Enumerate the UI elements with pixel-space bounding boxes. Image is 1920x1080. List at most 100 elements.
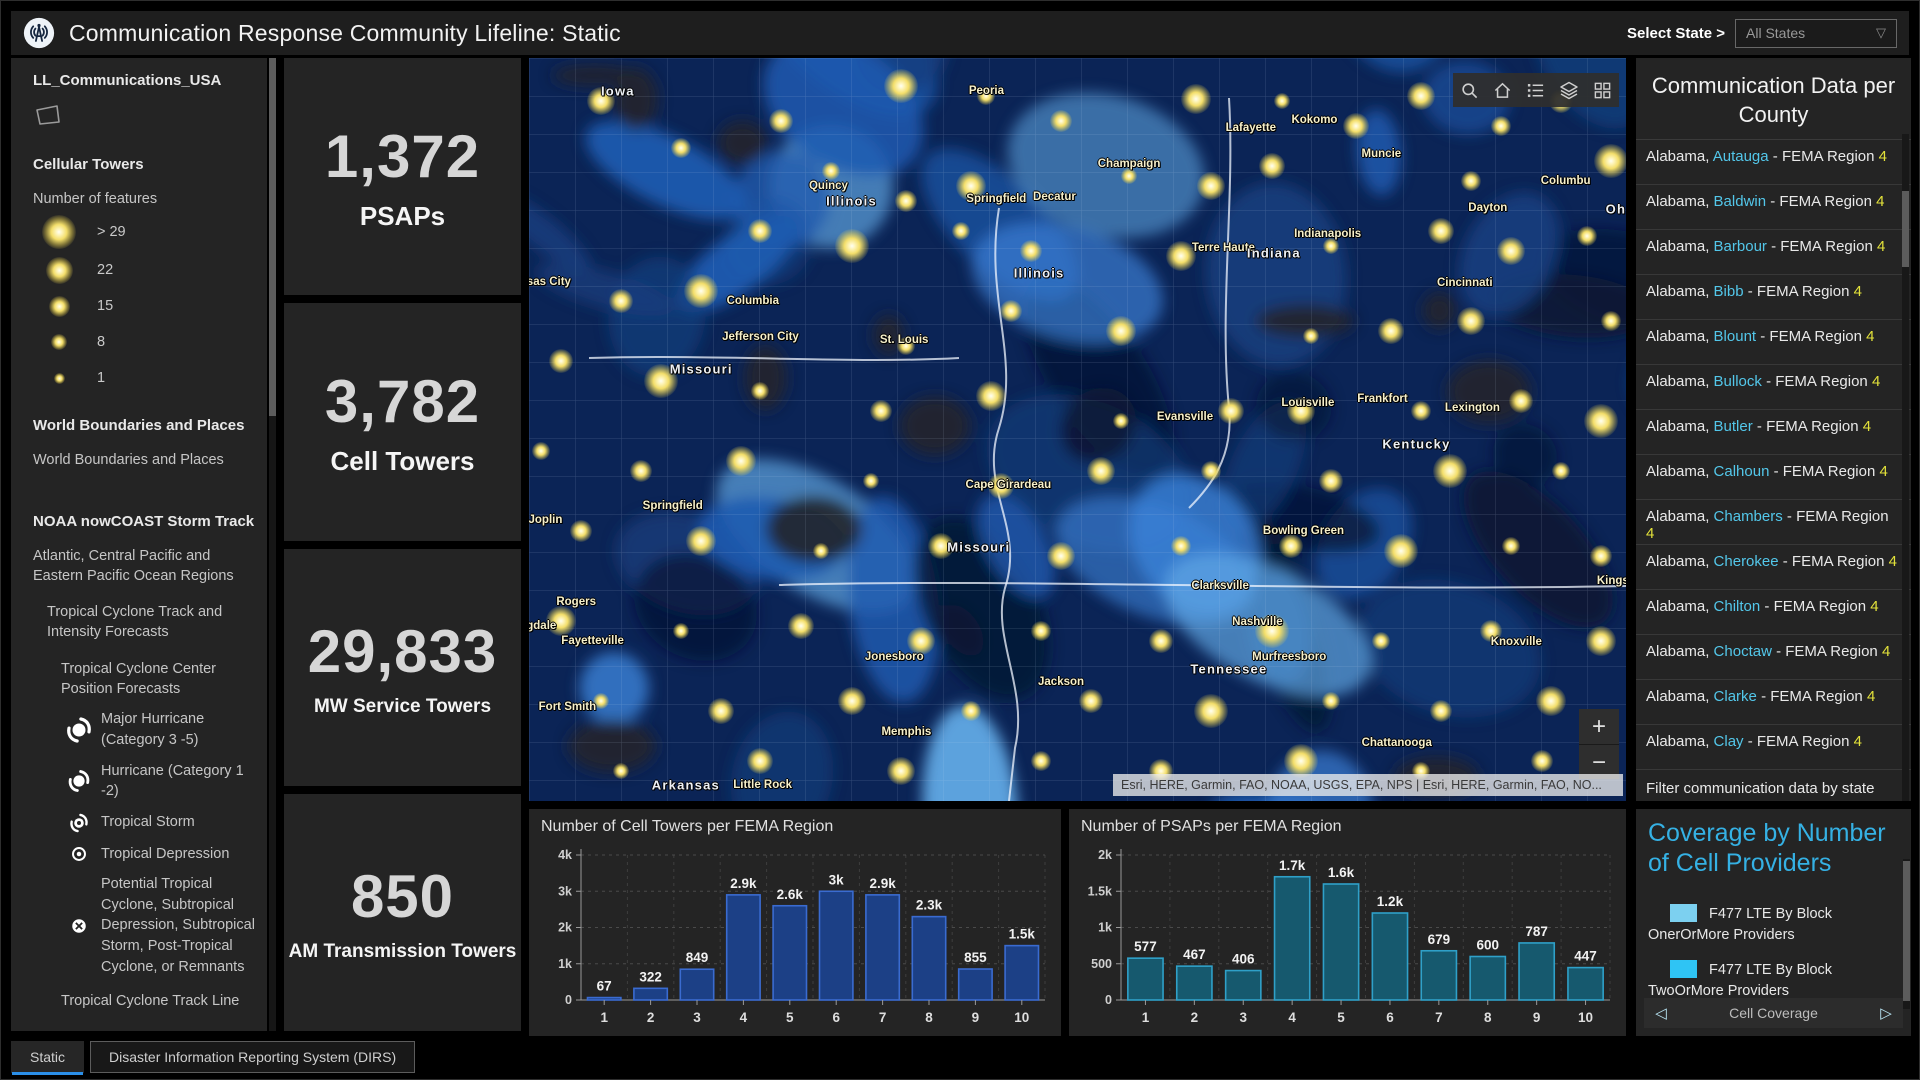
cell-tower-cluster[interactable] <box>1457 307 1485 335</box>
cell-tower-cluster[interactable] <box>835 229 869 263</box>
cell-tower-cluster[interactable] <box>1171 536 1191 556</box>
cell-tower-cluster[interactable] <box>1113 413 1129 429</box>
county-row[interactable]: Alabama, Calhoun - FEMA Region 4 <box>1636 455 1911 500</box>
map[interactable]: IowaPeoriaLafayetteKokomoMuncieChampaign… <box>529 58 1626 801</box>
bar[interactable] <box>1519 943 1554 1000</box>
cell-tower-cluster[interactable] <box>726 446 756 476</box>
scrollbar-thumb[interactable] <box>1903 861 1910 1001</box>
pager-prev-icon[interactable]: ◁ <box>1644 1004 1678 1022</box>
cell-tower-cluster[interactable] <box>1255 614 1289 648</box>
sidebar-scrollbar[interactable] <box>269 58 276 1031</box>
scrollbar-thumb[interactable] <box>1902 191 1909 267</box>
cell-tower-cluster[interactable] <box>952 222 970 240</box>
cell-tower-cluster[interactable] <box>1031 621 1051 641</box>
cell-tower-cluster[interactable] <box>822 162 840 180</box>
cell-tower-cluster[interactable] <box>1536 686 1566 716</box>
bar[interactable] <box>1421 951 1456 1000</box>
legend-sidebar[interactable]: LL_Communications_USA Cellular Towers Nu… <box>11 58 267 1031</box>
cell-tower-cluster[interactable] <box>1497 237 1525 265</box>
cell-tower-cluster[interactable] <box>863 473 879 489</box>
cell-tower-cluster[interactable] <box>1031 751 1051 771</box>
cell-tower-cluster[interactable] <box>1287 397 1315 425</box>
pager-next-icon[interactable]: ▷ <box>1869 1004 1903 1022</box>
tab-static[interactable]: Static <box>11 1041 84 1073</box>
bar[interactable] <box>959 969 992 1000</box>
zoom-in-button[interactable]: + <box>1579 709 1619 744</box>
bar[interactable] <box>587 998 620 1000</box>
cell-tower-cluster[interactable] <box>747 748 773 774</box>
cell-tower-cluster[interactable] <box>748 219 772 243</box>
cell-tower-cluster[interactable] <box>1384 534 1418 568</box>
county-row[interactable]: Alabama, Barbour - FEMA Region 4 <box>1636 230 1911 275</box>
cell-tower-cluster[interactable] <box>570 520 592 542</box>
cell-tower-cluster[interactable] <box>684 274 718 308</box>
cell-tower-cluster[interactable] <box>887 757 915 785</box>
county-row[interactable]: Alabama, Bibb - FEMA Region 4 <box>1636 275 1911 320</box>
cell-tower-cluster[interactable] <box>1577 226 1597 246</box>
cell-tower-cluster[interactable] <box>1407 82 1435 110</box>
cell-tower-cluster[interactable] <box>1201 461 1221 481</box>
bar[interactable] <box>1177 966 1212 1000</box>
legend-list-icon[interactable] <box>1526 81 1545 100</box>
cell-tower-cluster[interactable] <box>961 701 981 721</box>
cell-tower-cluster[interactable] <box>593 693 609 709</box>
cell-tower-cluster[interactable] <box>769 109 793 133</box>
cell-tower-cluster[interactable] <box>1552 462 1570 480</box>
cell-tower-cluster[interactable] <box>1279 534 1303 558</box>
cell-tower-cluster[interactable] <box>630 460 652 482</box>
county-scrollbar[interactable] <box>1902 134 1909 801</box>
cell-tower-cluster[interactable] <box>1218 398 1244 424</box>
cell-tower-cluster[interactable] <box>1461 171 1481 191</box>
cell-tower-cluster[interactable] <box>1194 694 1228 728</box>
bar[interactable] <box>680 969 713 1000</box>
county-row[interactable]: Alabama, Baldwin - FEMA Region 4 <box>1636 185 1911 230</box>
cell-tower-cluster[interactable] <box>1274 93 1290 109</box>
cell-tower-cluster[interactable] <box>1411 401 1431 421</box>
cell-tower-cluster[interactable] <box>1000 300 1022 322</box>
cell-tower-cluster[interactable] <box>1586 626 1616 656</box>
cell-tower-cluster[interactable] <box>1121 168 1137 184</box>
bar[interactable] <box>634 988 667 1000</box>
cell-tower-cluster[interactable] <box>1166 241 1196 271</box>
bar[interactable] <box>1372 913 1407 1000</box>
cell-tower-cluster[interactable] <box>1584 404 1618 438</box>
coverage-scrollbar[interactable] <box>1903 859 1910 1009</box>
cell-tower-cluster[interactable] <box>1590 545 1612 567</box>
cell-tower-cluster[interactable] <box>671 138 691 158</box>
cell-tower-cluster[interactable] <box>1594 144 1626 178</box>
bar[interactable] <box>1275 877 1310 1000</box>
county-row[interactable]: Alabama, Clarke - FEMA Region 4 <box>1636 680 1911 725</box>
bar[interactable] <box>1005 946 1038 1000</box>
cell-tower-cluster[interactable] <box>1079 689 1103 713</box>
bar[interactable] <box>912 917 945 1000</box>
cell-tower-cluster[interactable] <box>1149 629 1173 653</box>
cell-tower-cluster[interactable] <box>1050 110 1072 132</box>
scrollbar-thumb[interactable] <box>269 58 276 416</box>
cell-tower-cluster[interactable] <box>956 171 986 201</box>
cell-tower-cluster[interactable] <box>884 69 918 103</box>
cell-tower-cluster[interactable] <box>977 87 995 105</box>
cell-tower-cluster[interactable] <box>988 473 1014 499</box>
cell-tower-cluster[interactable] <box>1319 469 1343 493</box>
cell-tower-cluster[interactable] <box>1020 240 1042 262</box>
bar[interactable] <box>1568 968 1603 1000</box>
cell-tower-cluster[interactable] <box>1047 542 1075 570</box>
county-row[interactable]: Alabama, Chambers - FEMA Region 4 <box>1636 500 1911 545</box>
cell-tower-cluster[interactable] <box>1433 454 1467 488</box>
cell-tower-cluster[interactable] <box>1284 744 1318 778</box>
cell-tower-cluster[interactable] <box>644 364 678 398</box>
bar[interactable] <box>866 895 899 1000</box>
cell-tower-cluster[interactable] <box>609 289 633 313</box>
cell-tower-cluster[interactable] <box>907 627 935 655</box>
county-row[interactable]: Alabama, Autauga - FEMA Region 4 <box>1636 140 1911 185</box>
cell-tower-cluster[interactable] <box>1491 116 1511 136</box>
cell-tower-cluster[interactable] <box>976 381 1006 411</box>
cell-tower-cluster[interactable] <box>1502 537 1520 555</box>
cell-tower-cluster[interactable] <box>1322 692 1340 710</box>
cell-tower-cluster[interactable] <box>895 190 917 212</box>
county-row[interactable]: Alabama, Bullock - FEMA Region 4 <box>1636 365 1911 410</box>
cell-tower-cluster[interactable] <box>686 526 716 556</box>
search-icon[interactable] <box>1460 81 1479 100</box>
cell-tower-cluster[interactable] <box>751 382 769 400</box>
county-data-panel[interactable]: Communication Data per County Alabama, A… <box>1636 58 1911 801</box>
